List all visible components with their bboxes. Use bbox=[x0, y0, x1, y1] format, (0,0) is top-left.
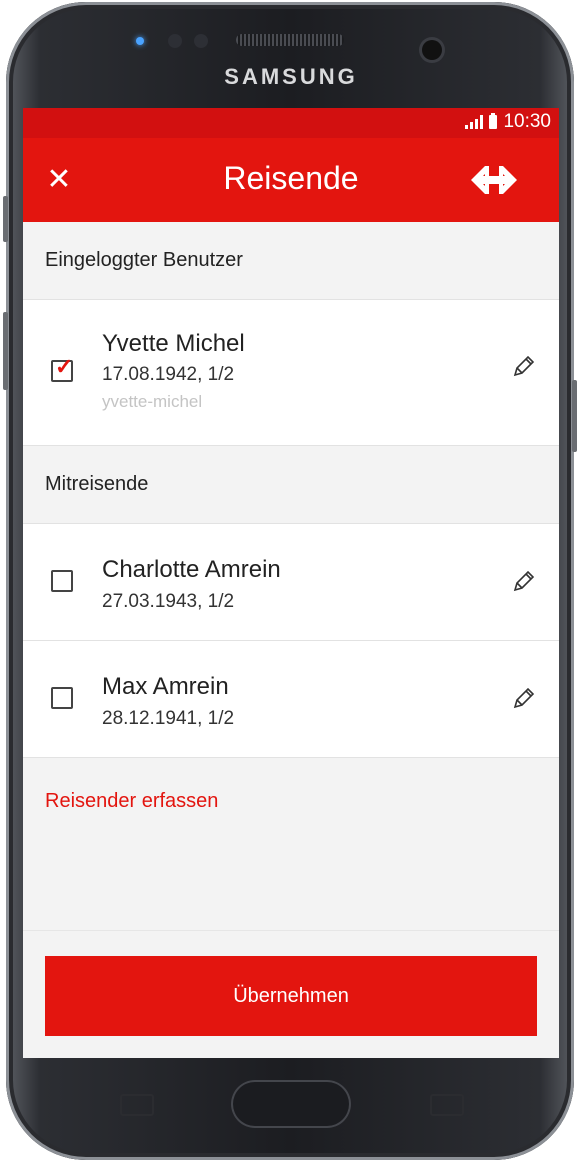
status-time: 10:30 bbox=[503, 111, 551, 132]
traveler-checkbox-checked[interactable]: ✓ bbox=[51, 356, 73, 382]
sensor-icon bbox=[194, 34, 208, 48]
traveler-username: yvette-michel bbox=[102, 392, 203, 411]
traveler-details: 28.12.1941, 1/2 bbox=[102, 708, 235, 729]
battery-icon bbox=[489, 113, 498, 129]
traveler-name: Yvette Michel bbox=[102, 330, 245, 357]
edit-pencil-icon[interactable] bbox=[511, 353, 537, 379]
edit-pencil-icon[interactable] bbox=[511, 568, 537, 594]
section-header-companions: Mitreisende bbox=[23, 446, 559, 524]
traveler-checkbox[interactable] bbox=[51, 687, 73, 709]
traveler-name: Charlotte Amrein bbox=[102, 556, 281, 583]
signal-icon bbox=[465, 115, 484, 129]
traveler-checkbox[interactable] bbox=[51, 570, 73, 592]
recent-apps-button bbox=[120, 1094, 154, 1116]
list-item-logged-user[interactable]: ✓ Yvette Michel 17.08.1942, 1/2 yvette-m… bbox=[23, 300, 559, 446]
power-button bbox=[572, 380, 577, 452]
bottom-action-area: Übernehmen bbox=[23, 930, 559, 1058]
home-button[interactable] bbox=[231, 1080, 351, 1128]
traveler-details: 27.03.1943, 1/2 bbox=[102, 591, 235, 612]
volume-down-button bbox=[3, 312, 8, 390]
edit-pencil-icon[interactable] bbox=[511, 685, 537, 711]
app-screen: 10:30 ✕ Reisende Eingeloggter Benutzer ✓… bbox=[23, 108, 559, 1058]
volume-up-button bbox=[3, 196, 8, 242]
traveler-details: 17.08.1942, 1/2 bbox=[102, 364, 235, 385]
list-item-companion-2[interactable]: Max Amrein 28.12.1941, 1/2 bbox=[23, 641, 559, 758]
accept-button[interactable]: Übernehmen bbox=[45, 956, 537, 1036]
check-icon: ✓ bbox=[55, 354, 74, 379]
sbb-logo-icon bbox=[471, 166, 517, 194]
sensor-icon bbox=[168, 34, 182, 48]
app-bar: ✕ Reisende bbox=[23, 138, 559, 222]
traveler-name: Max Amrein bbox=[102, 673, 229, 700]
notification-led bbox=[136, 37, 144, 45]
device-brand: SAMSUNG bbox=[224, 64, 358, 89]
list-item-companion-1[interactable]: Charlotte Amrein 27.03.1943, 1/2 bbox=[23, 524, 559, 641]
earpiece-speaker bbox=[236, 34, 344, 46]
back-button bbox=[430, 1094, 464, 1116]
section-header-logged-in: Eingeloggter Benutzer bbox=[23, 222, 559, 300]
status-bar: 10:30 bbox=[23, 108, 559, 138]
front-camera bbox=[422, 40, 442, 60]
add-traveler-link[interactable]: Reisender erfassen bbox=[23, 758, 559, 844]
